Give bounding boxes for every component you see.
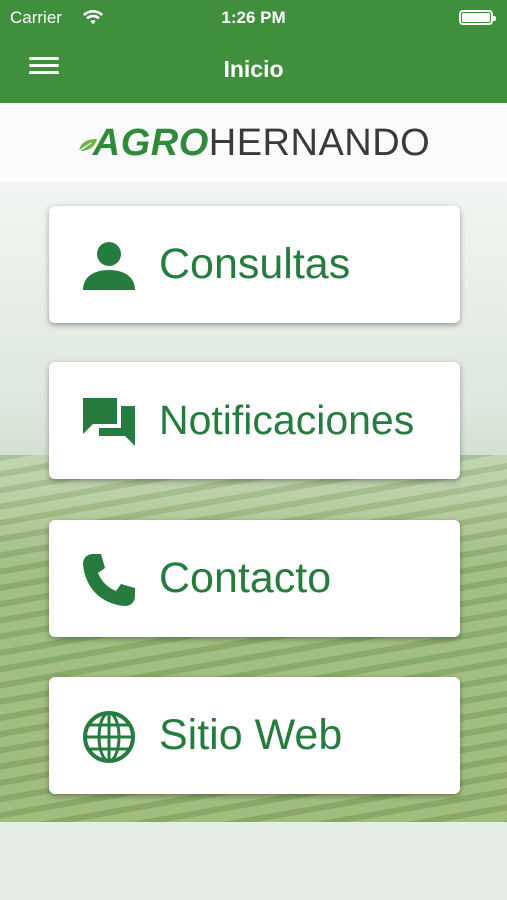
clock: 1:26 PM — [221, 8, 286, 27]
bottom-background — [0, 822, 507, 900]
sitio-web-button[interactable]: Sitio Web — [49, 677, 460, 794]
chat-bubbles-icon — [83, 398, 135, 446]
logo-hernando: HERNANDO — [208, 122, 431, 164]
status-bar: Carrier 1:26 PM — [0, 0, 507, 36]
consultas-button[interactable]: Consultas — [49, 206, 460, 323]
brand-logo: AGROHERNANDO — [0, 121, 507, 165]
battery-icon — [459, 10, 496, 25]
sitio-web-label: Sitio Web — [159, 711, 343, 759]
contacto-label: Contacto — [159, 554, 332, 602]
logo-agro: AGRO — [92, 122, 209, 164]
app-header: Carrier 1:26 PM Inicio — [0, 0, 507, 103]
phone-icon — [83, 554, 135, 606]
person-icon — [83, 242, 135, 290]
globe-icon — [83, 711, 135, 763]
navigation-bar: Inicio — [0, 36, 507, 103]
logo-banner: AGROHERNANDO — [0, 103, 507, 182]
consultas-label: Consultas — [159, 240, 351, 288]
notificaciones-button[interactable]: Notificaciones — [49, 362, 460, 479]
page-title: Inicio — [223, 56, 284, 82]
notificaciones-label: Notificaciones — [159, 397, 415, 443]
contacto-button[interactable]: Contacto — [49, 520, 460, 637]
